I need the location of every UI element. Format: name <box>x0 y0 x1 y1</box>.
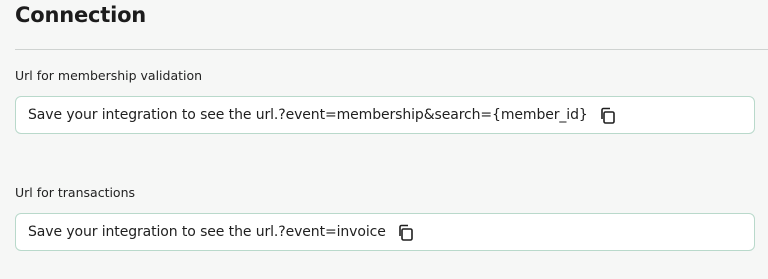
membership-url-label: Url for membership validation <box>15 68 203 83</box>
transactions-url-text[interactable]: Save your integration to see the url.?ev… <box>28 224 386 240</box>
copy-transactions-url-button[interactable] <box>396 222 416 242</box>
transactions-url-box: Save your integration to see the url.?ev… <box>15 213 755 251</box>
membership-url-text[interactable]: Save your integration to see the url.?ev… <box>28 107 588 123</box>
membership-url-box: Save your integration to see the url.?ev… <box>15 96 755 134</box>
copy-membership-url-button[interactable] <box>598 105 618 125</box>
transactions-url-label: Url for transactions <box>15 185 136 200</box>
section-title: Connection <box>15 3 147 27</box>
copy-icon <box>601 107 615 124</box>
copy-icon <box>399 224 414 241</box>
section-divider <box>15 49 768 50</box>
